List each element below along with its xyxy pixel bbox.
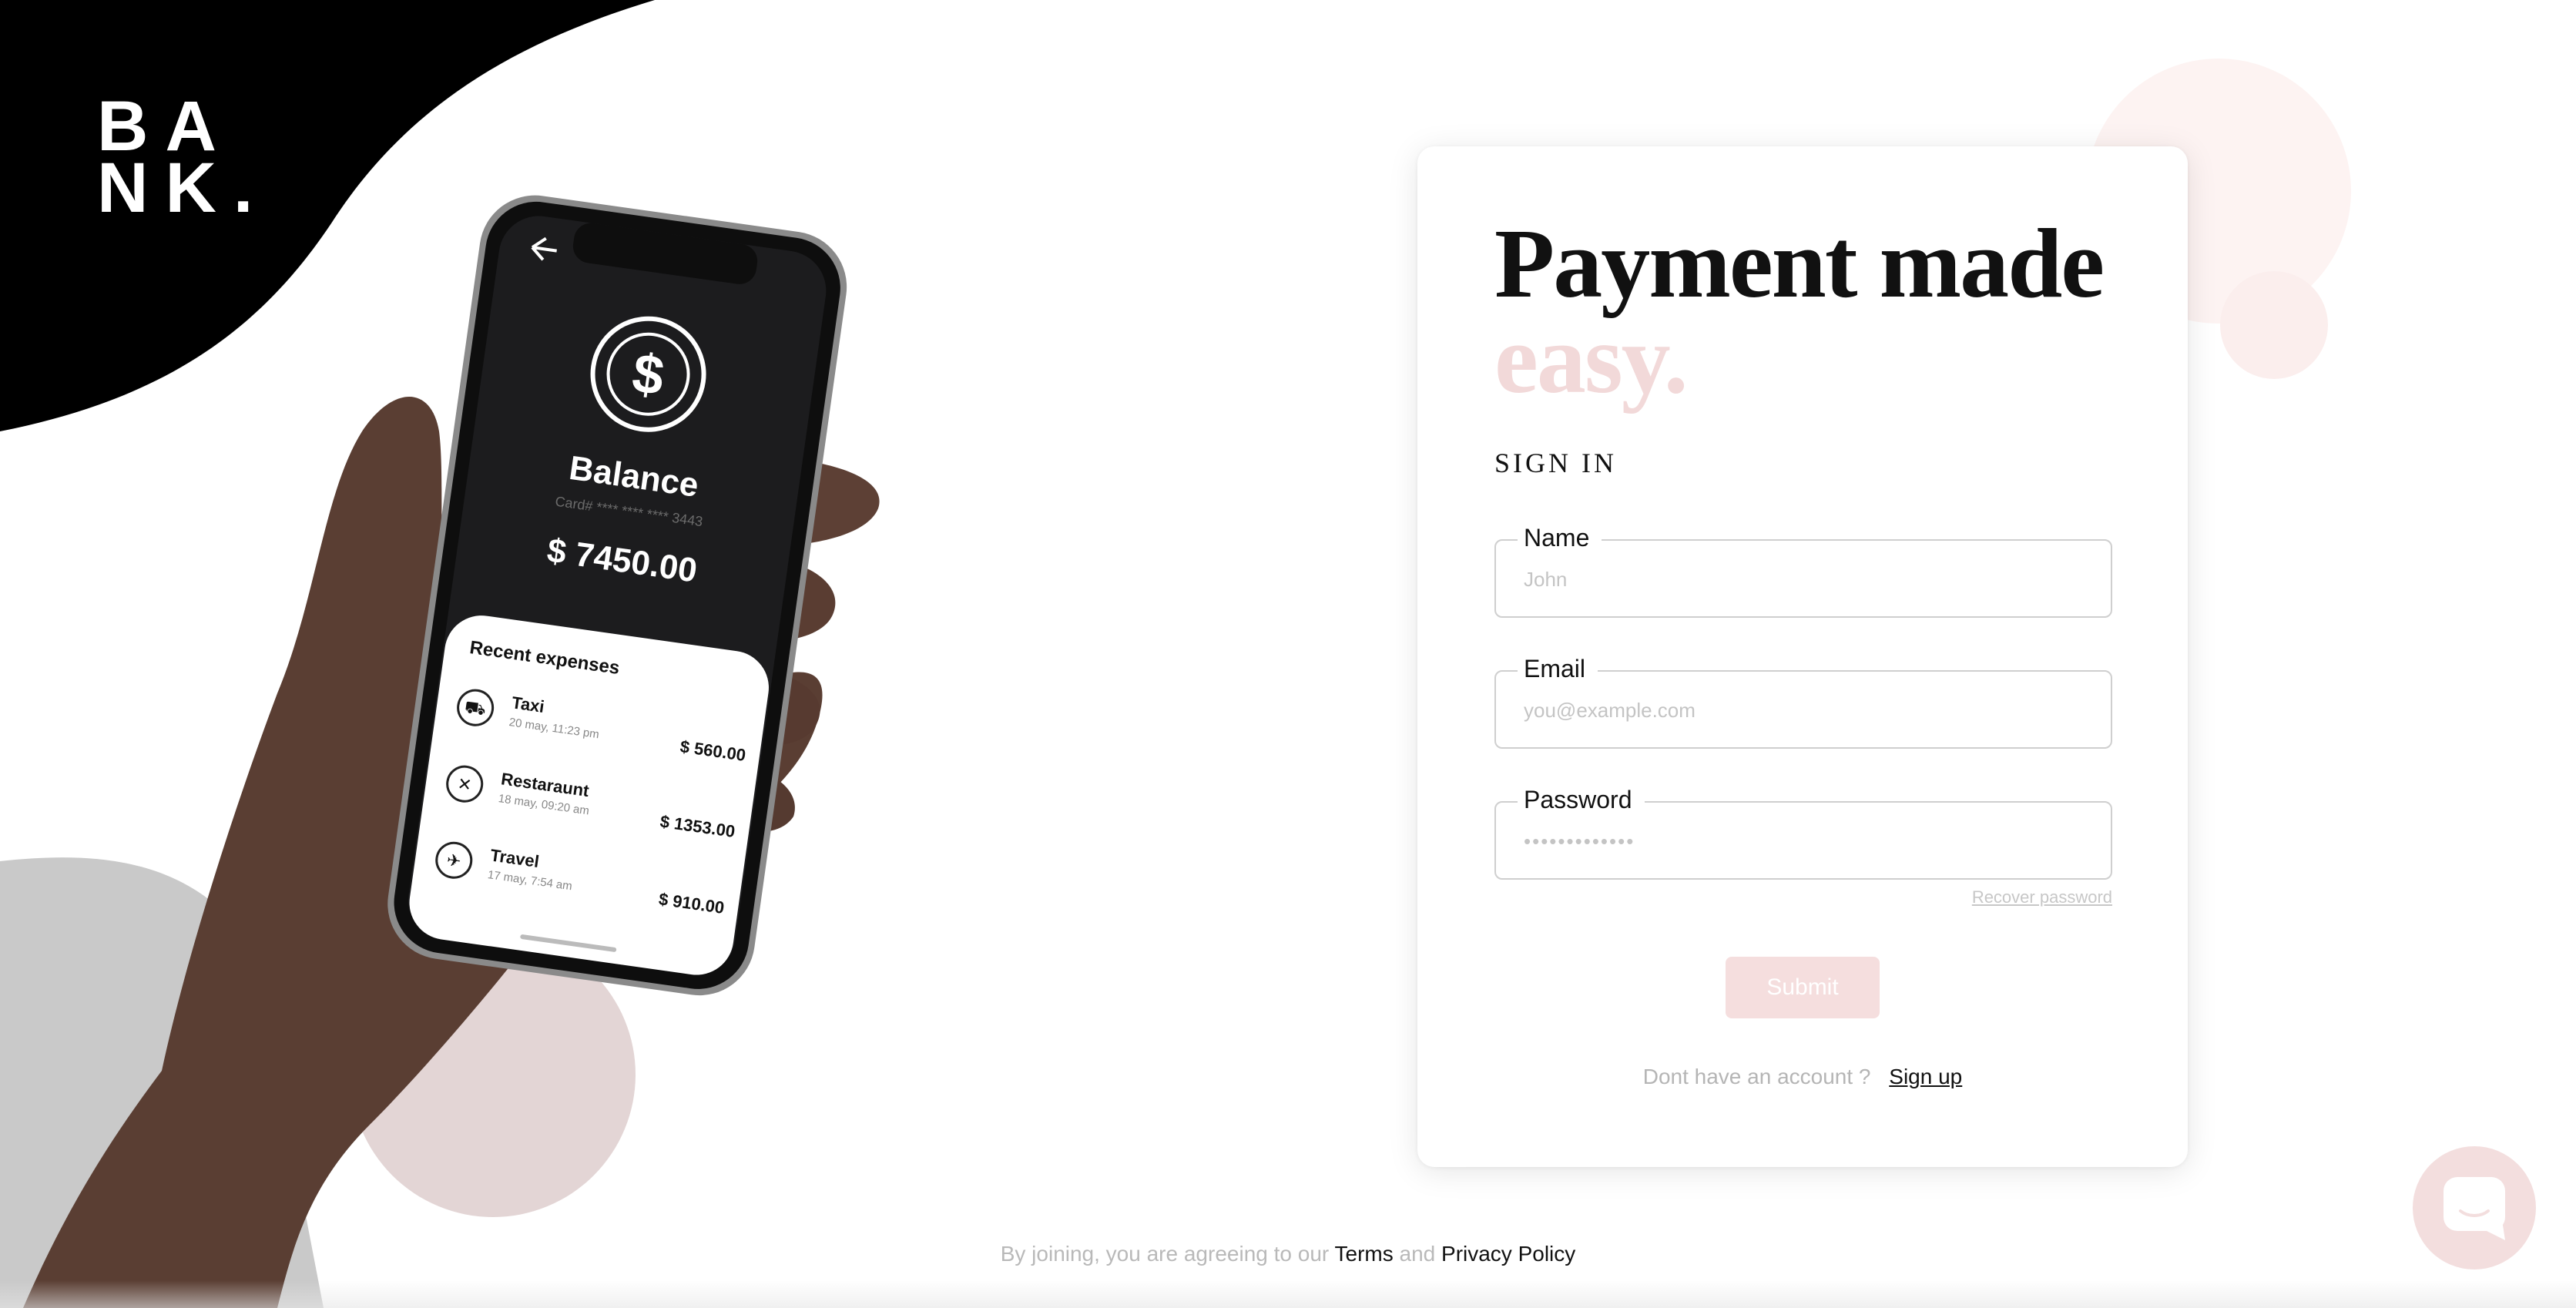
- signin-title: SIGN IN: [1494, 448, 1617, 478]
- email-input[interactable]: [1524, 692, 2078, 729]
- footer-legal: By joining, you are agreeing to our Term…: [0, 1242, 2576, 1266]
- expense-date: 20 may, 11:23 pm: [508, 716, 600, 742]
- name-field: Name: [1494, 524, 2112, 618]
- car-icon: ⛟: [454, 686, 497, 729]
- expense-amount: $ 1353.00: [659, 811, 736, 842]
- expense-amount: $ 560.00: [679, 736, 747, 765]
- privacy-policy-link[interactable]: Privacy Policy: [1441, 1242, 1575, 1266]
- email-field: Email: [1494, 655, 2112, 749]
- signin-card: Payment made easy. SIGN IN Name Email Pa…: [1417, 146, 2188, 1167]
- password-input[interactable]: [1524, 823, 2078, 860]
- footer-shadow: [0, 1280, 2576, 1308]
- recent-expenses-title: Recent expenses: [468, 637, 622, 679]
- cutlery-icon: ✕: [444, 763, 486, 805]
- chat-icon: [2444, 1177, 2505, 1240]
- submit-button[interactable]: Submit: [1726, 957, 1880, 1018]
- password-field: Password: [1494, 786, 2112, 880]
- footer-and: and: [1399, 1242, 1436, 1266]
- name-input[interactable]: [1524, 561, 2078, 598]
- email-label: Email: [1518, 655, 1598, 683]
- terms-link[interactable]: Terms: [1335, 1242, 1394, 1266]
- expense-name: Taxi: [510, 693, 546, 716]
- expense-amount: $ 910.00: [657, 889, 726, 918]
- no-account-text: Dont have an account ?: [1642, 1065, 1871, 1088]
- signup-link[interactable]: Sign up: [1889, 1065, 1962, 1088]
- chat-widget-button[interactable]: [2413, 1146, 2536, 1269]
- recover-password-link[interactable]: Recover password: [1972, 887, 2112, 907]
- expense-date: 17 may, 7:54 am: [486, 868, 573, 894]
- signup-prompt: Dont have an account ? Sign up: [1417, 1065, 2188, 1089]
- password-label: Password: [1518, 786, 1645, 814]
- headline-line-2: easy.: [1494, 304, 1689, 414]
- plane-icon: ✈: [433, 839, 475, 881]
- name-label: Name: [1518, 524, 1602, 552]
- footer-prefix: By joining, you are agreeing to our: [1000, 1242, 1330, 1266]
- headline: Payment made easy.: [1494, 209, 2105, 414]
- expense-name: Travel: [488, 845, 541, 871]
- headline-line-1: Payment made: [1494, 209, 2105, 318]
